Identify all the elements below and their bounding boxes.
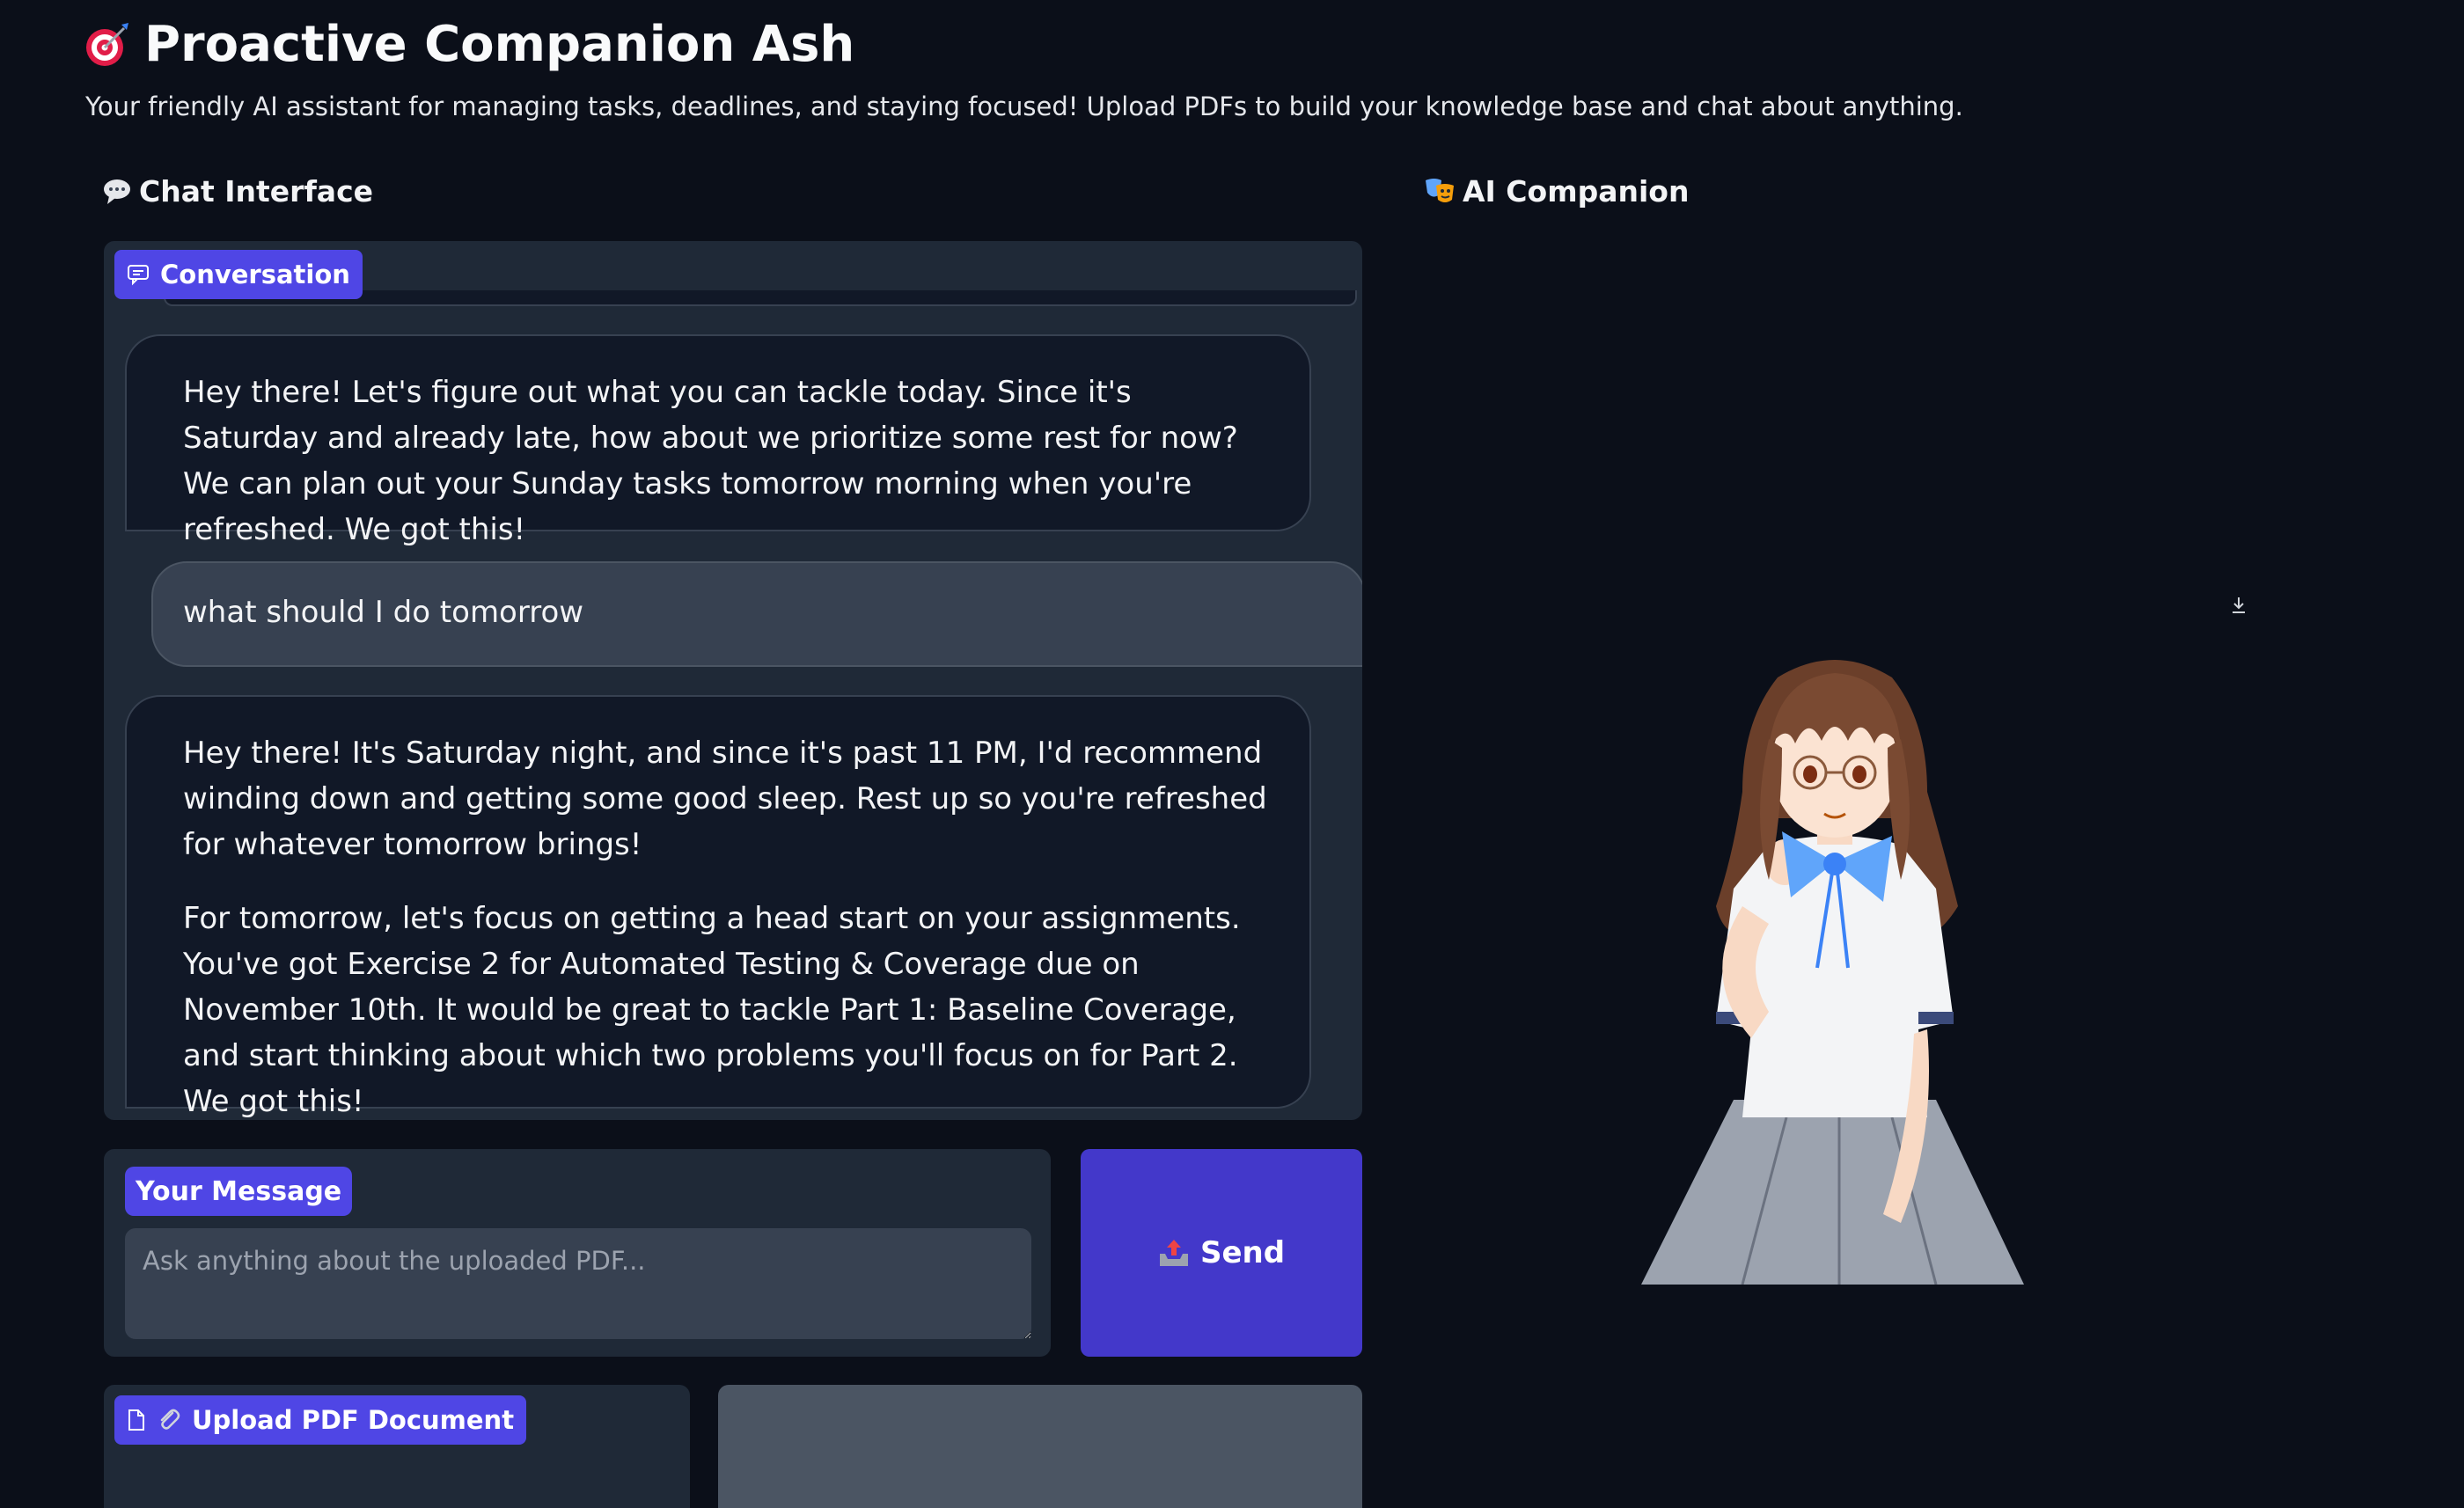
assistant-message: Hey there! Let's figure out what you can… — [125, 334, 1311, 547]
outbox-tray-icon — [1158, 1238, 1190, 1268]
your-message-label: Your Message — [125, 1167, 353, 1216]
chat-icon — [127, 263, 150, 286]
conversation-label: Conversation — [114, 250, 363, 299]
assistant-message: Hey there! It's Saturday night, and sinc… — [125, 695, 1311, 1119]
send-button-label: Send — [1199, 1235, 1286, 1270]
paperclip-icon — [157, 1408, 181, 1432]
message-text: Hey there! Let's figure out what you can… — [183, 375, 1238, 547]
message-text: what should I do tomorrow — [183, 595, 584, 630]
pdf-upload-panel[interactable]: Upload PDF Document — [104, 1385, 690, 1508]
conversation-label-text: Conversation — [160, 260, 350, 289]
speech-bubble-icon — [102, 177, 132, 207]
ai-companion-heading: AI Companion — [1424, 174, 1689, 209]
message-input-group: Your Message — [104, 1149, 1051, 1357]
app-subtitle: Your friendly AI assistant for managing … — [85, 92, 1963, 121]
app-title: Proactive Companion Ash — [83, 16, 854, 73]
performing-arts-icon — [1424, 177, 1456, 207]
message-text: Hey there! It's Saturday night, and sinc… — [183, 736, 1267, 862]
companion-heading-text: AI Companion — [1463, 174, 1690, 209]
app-title-text: Proactive Companion Ash — [144, 16, 855, 73]
message-input[interactable] — [125, 1228, 1031, 1339]
chatbot-panel[interactable]: Hey there! Let's figure out what you can… — [104, 241, 1362, 1120]
download-icon[interactable] — [2226, 593, 2251, 618]
ai-companion-avatar — [1641, 660, 2024, 1285]
send-button[interactable]: Send — [1081, 1149, 1362, 1357]
file-icon — [127, 1409, 146, 1431]
chat-heading-text: Chat Interface — [139, 174, 374, 209]
message-text: For tomorrow, let's focus on getting a h… — [183, 901, 1241, 1119]
user-message: what should I do tomorrow — [151, 561, 1362, 667]
upload-pdf-label: Upload PDF Document — [114, 1395, 527, 1445]
upload-status-panel — [718, 1385, 1362, 1508]
chat-interface-heading: Chat Interface — [102, 174, 373, 209]
upload-label-text: Upload PDF Document — [192, 1405, 515, 1435]
target-dart-icon — [83, 21, 130, 69]
